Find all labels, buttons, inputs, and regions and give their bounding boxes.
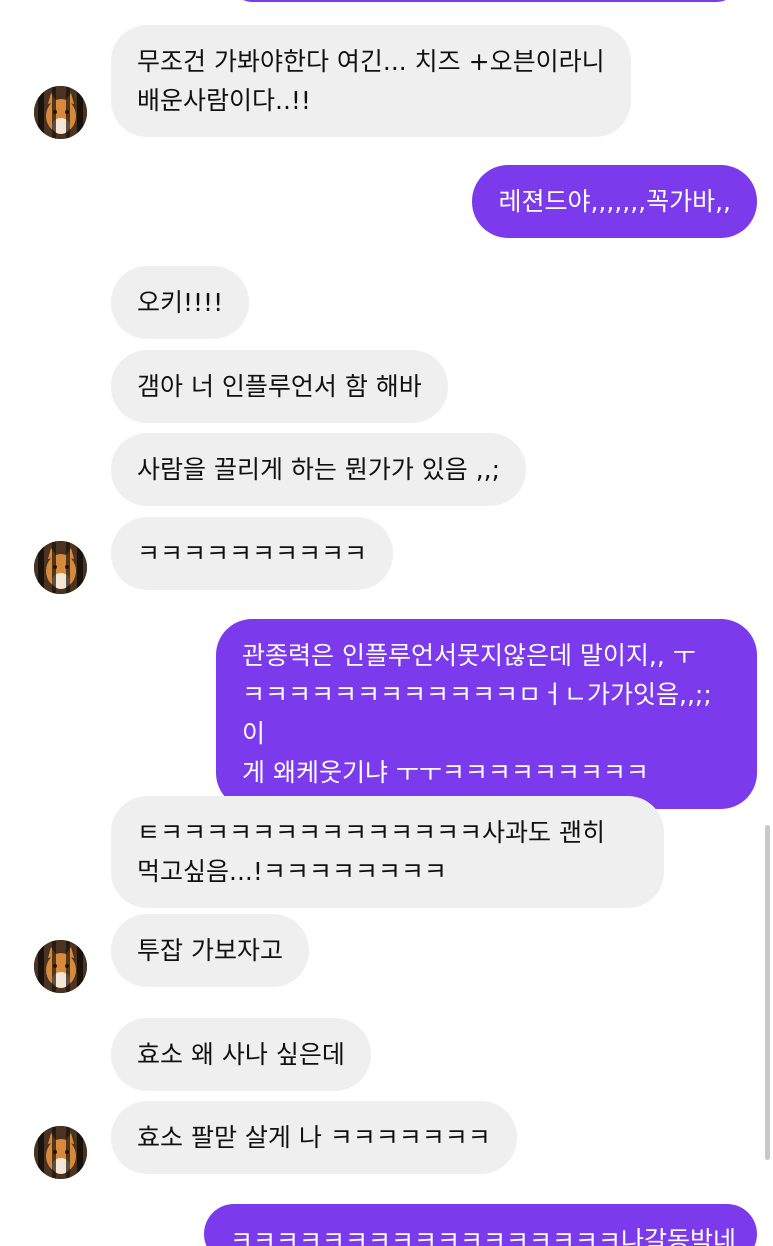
message-bubble-outgoing[interactable]: 관종력은 인플루언서못지않은데 말이지,, ㅜ ㅋㅋㅋㅋㅋㅋㅋㅋㅋㅋㅋㅋㅁㅓㄴ가… [216,619,757,809]
cat-avatar-icon[interactable] [34,86,87,139]
message-bubble-outgoing[interactable] [232,0,737,2]
message-bubble-incoming[interactable]: 무조건 가봐야한다 여긴... 치즈 +오븐이라니 배운사람이다..!! [111,25,631,137]
message-bubble-incoming[interactable]: 갬아 너 인플루언서 함 해바 [111,350,448,423]
message-bubble-outgoing[interactable]: 레젼드야,,,,,,,꼭가바,, [472,165,757,238]
message-bubble-outgoing[interactable]: ㅋㅋㅋㅋㅋㅋㅋㅋㅋㅋㅋㅋㅋㅋㅋㅋㅋ나갈동박네 새 [204,1204,757,1246]
message-bubble-incoming[interactable]: 사람을 끌리게 하는 뭔가가 있음 ,,; [111,433,527,506]
message-bubble-incoming[interactable]: ㅋㅋㅋㅋㅋㅋㅋㅋㅋㅋ [111,517,394,590]
cat-avatar-icon[interactable] [34,940,87,993]
chat-thread[interactable]: 무조건 가봐야한다 여긴... 치즈 +오븐이라니 배운사람이다..!! 레젼드… [0,0,773,1246]
message-bubble-incoming[interactable]: 투잡 가보자고 [111,914,309,987]
cat-avatar-icon[interactable] [34,541,87,594]
message-bubble-incoming[interactable]: ㅌㅋㅋㅋㅋㅋㅋㅋㅋㅋㅋㅋㅋㅋㅋ사과도 괜히 먹고싶음...!ㅋㅋㅋㅋㅋㅋㅋㅋ [111,796,664,908]
message-bubble-incoming[interactable]: 효소 왜 사나 싶은데 [111,1018,371,1091]
cat-avatar-icon[interactable] [34,1126,87,1179]
message-bubble-incoming[interactable]: 오키!!!! [111,266,250,339]
message-bubble-incoming[interactable]: 효소 팔맏 살게 나 ㅋㅋㅋㅋㅋㅋㅋ [111,1101,517,1174]
scrollbar[interactable] [765,825,770,1160]
